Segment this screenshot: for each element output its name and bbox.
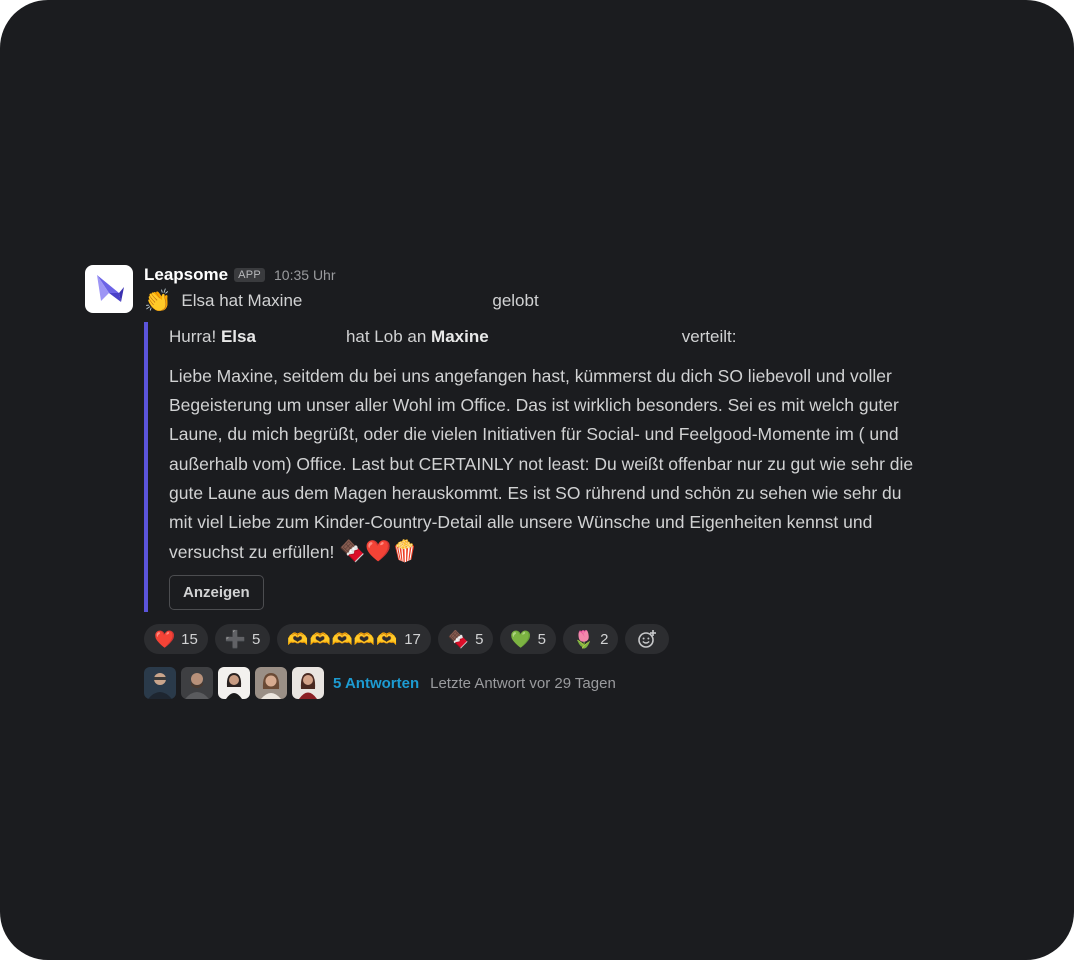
add-emoji-icon: [638, 630, 657, 649]
reaction-heart-hands[interactable]: 🫶🫶🫶🫶🫶 17: [277, 624, 431, 655]
thread-summary[interactable]: 5 Antworten Letzte Antwort vor 29 Tagen: [144, 667, 944, 700]
reaction-count: 5: [252, 630, 261, 648]
show-button[interactable]: Anzeigen: [169, 575, 264, 611]
chocolate-heart-popcorn-emoji: 🍫❤️🍿: [339, 540, 418, 564]
app-window: Leapsome APP 10:35 Uhr 👏 Elsa hat Maxine…: [0, 0, 1074, 960]
end-text: verteilt:: [681, 327, 737, 346]
reaction-count: 17: [404, 630, 421, 648]
praise-prefix: Elsa hat Maxine: [181, 291, 303, 310]
tulip-icon: 🌷: [572, 629, 595, 649]
avatar: [255, 667, 287, 700]
reaction-count: 15: [181, 630, 198, 648]
sender-name[interactable]: Leapsome: [144, 265, 228, 285]
avatar: [292, 667, 324, 700]
thread-replies-link[interactable]: 5 Antworten: [333, 675, 419, 692]
message-timestamp[interactable]: 10:35 Uhr: [274, 267, 335, 283]
reaction-tulip[interactable]: 🌷 2: [562, 624, 619, 655]
message-header: Leapsome APP 10:35 Uhr: [144, 263, 944, 287]
praise-attachment: Hurra! Elsa hat Lob an Maxine verteilt: …: [144, 322, 939, 613]
plus-icon: ➕: [224, 629, 247, 649]
last-reply-info: Letzte Antwort vor 29 Tagen: [430, 674, 616, 692]
green-heart-icon: 💚: [510, 629, 532, 649]
red-heart-icon: ❤️: [154, 629, 176, 649]
giver-name: Elsa: [220, 327, 256, 346]
avatar: [144, 667, 176, 700]
reaction-green-heart[interactable]: 💚 5: [500, 624, 556, 655]
reaction-count: 2: [600, 630, 609, 648]
reaction-chocolate[interactable]: 🍫 5: [437, 624, 494, 655]
reaction-count: 5: [475, 630, 484, 648]
app-badge: APP: [234, 268, 266, 282]
heart-hands-icon: 🫶🫶🫶🫶🫶: [287, 629, 399, 649]
chocolate-bar-icon: 🍫: [447, 629, 470, 649]
middle-text: hat Lob an: [345, 327, 427, 346]
message-body: Leapsome APP 10:35 Uhr 👏 Elsa hat Maxine…: [144, 263, 944, 700]
reactions-bar: ❤️ 15 ➕ 5 🫶🫶🫶🫶🫶 17 🍫 5 💚 5 🌷 2: [144, 624, 944, 655]
attachment-heading: Hurra! Elsa hat Lob an Maxine verteilt:: [169, 322, 939, 352]
avatar: [218, 667, 250, 700]
leapsome-logo-avatar[interactable]: [85, 265, 133, 313]
praise-message-body: Liebe Maxine, seitdem du bei uns angefan…: [169, 366, 914, 563]
add-reaction-button[interactable]: [625, 624, 670, 655]
praise-summary: 👏 Elsa hat Maxine gelobt: [144, 287, 944, 315]
praise-suffix: gelobt: [492, 291, 539, 310]
reaction-heart[interactable]: ❤️ 15: [144, 624, 208, 655]
avatar: [181, 667, 213, 700]
clapping-hands-icon: 👏: [144, 288, 172, 313]
reaction-plus[interactable]: ➕ 5: [214, 624, 271, 655]
hurra-text: Hurra!: [169, 327, 217, 346]
receiver-name: Maxine: [431, 327, 489, 346]
leapsome-logo-icon: [97, 275, 124, 302]
praise-message-text: Liebe Maxine, seitdem du bei uns angefan…: [169, 362, 929, 567]
reaction-count: 5: [537, 630, 546, 648]
